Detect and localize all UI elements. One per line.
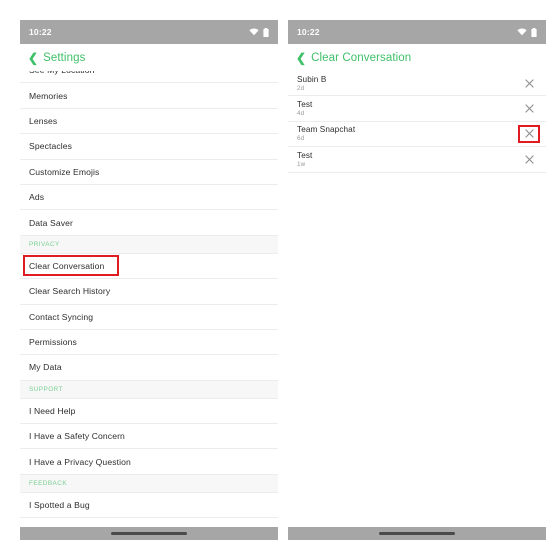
clear-conversation-nav-header: ❮ Clear Conversation [288, 44, 546, 71]
conversation-row[interactable]: Subin B 2d [288, 71, 546, 97]
settings-section-header: PRIVACY [20, 235, 278, 254]
settings-list-scroll[interactable]: See My Location Memories Lenses Spectacles C… [20, 71, 278, 527]
settings-row-lenses[interactable]: Lenses [20, 108, 278, 135]
conversation-timestamp: 1w [297, 160, 306, 168]
settings-row-permissions[interactable]: Permissions [20, 329, 278, 356]
close-x-icon[interactable] [518, 124, 540, 143]
settings-row-label: My Data [29, 362, 62, 373]
settings-row-contact-syncing[interactable]: Contact Syncing [20, 304, 278, 330]
settings-row-label: Clear Conversation [29, 260, 105, 271]
home-pill[interactable] [111, 532, 187, 535]
status-icon-group [249, 27, 269, 37]
settings-row-label: Data Saver [29, 217, 73, 228]
conversation-row[interactable]: Test 1w [288, 147, 546, 173]
close-x-icon[interactable] [521, 101, 537, 117]
conversation-text-group: Test 1w [297, 151, 312, 168]
settings-row-label: I Have a Privacy Question [29, 456, 131, 467]
conversation-name: Test [297, 150, 313, 160]
settings-row-label: Clear Search History [29, 286, 111, 297]
status-bar-right: 10:22 [288, 20, 546, 44]
conversation-name: Test [297, 100, 313, 110]
status-bar-left: 10:22 [20, 20, 278, 44]
home-indicator-bar-left [20, 527, 278, 540]
battery-icon [531, 27, 537, 37]
conversation-row[interactable]: Team Snapchat 6d [288, 121, 546, 148]
settings-list: See My Location Memories Lenses Spectacles C… [20, 71, 278, 519]
settings-row-label: Customize Emojis [29, 166, 100, 177]
settings-section-header: SUPPORT [20, 380, 278, 399]
settings-row-label: Lenses [29, 115, 58, 126]
conversation-timestamp: 2d [297, 84, 305, 92]
status-icon-group [517, 27, 537, 37]
settings-row-label: I Spotted a Bug [29, 500, 90, 511]
page-title: Settings [43, 51, 86, 64]
settings-row-i-need-help[interactable]: I Need Help [20, 398, 278, 425]
conversation-row[interactable]: Test 4d [288, 96, 546, 122]
settings-row-data-saver[interactable]: Data Saver [20, 210, 278, 236]
settings-section-header: FEEDBACK [20, 474, 278, 493]
conversation-text-group: Team Snapchat 6d [297, 125, 355, 142]
conversation-timestamp: 6d [297, 135, 305, 143]
settings-row-customize-emojis[interactable]: Customize Emojis [20, 159, 278, 185]
conversation-list-scroll[interactable]: Subin B 2d Test 4d Team Snapchat 6d Test 1w [288, 71, 546, 527]
conversation-name: Team Snapchat [297, 125, 356, 135]
status-time: 10:22 [297, 27, 320, 37]
phone-panel-settings: 10:22 ❮ Settings See My Loc [20, 20, 278, 540]
settings-row-my-data[interactable]: My Data [20, 355, 278, 381]
section-header-label: PRIVACY [29, 240, 60, 248]
settings-row-i-have-a-safety-concern[interactable]: I Have a Safety Concern [20, 424, 278, 450]
close-x-icon[interactable] [521, 75, 537, 91]
settings-nav-header: ❮ Settings [20, 44, 278, 71]
settings-row-i-spotted-a-bug[interactable]: I Spotted a Bug [20, 492, 278, 519]
settings-row-label: I Need Help [29, 405, 76, 416]
settings-row-label: See My Location [29, 71, 95, 75]
section-header-label: SUPPORT [29, 385, 63, 393]
page-title: Clear Conversation [311, 51, 412, 64]
conversation-text-group: Test 4d [297, 100, 312, 117]
conversation-text-group: Subin B 2d [297, 75, 326, 92]
settings-row-label: I Have a Safety Concern [29, 431, 125, 442]
wifi-icon [249, 28, 259, 36]
settings-row-label: Memories [29, 90, 68, 101]
section-header-label: FEEDBACK [29, 479, 68, 487]
close-x-icon[interactable] [521, 151, 537, 167]
wifi-icon [517, 28, 527, 36]
conversation-list: Subin B 2d Test 4d Team Snapchat 6d Test 1w [288, 71, 546, 173]
settings-row-spectacles[interactable]: Spectacles [20, 134, 278, 160]
settings-row-label: Ads [29, 192, 45, 203]
settings-row-label: Spectacles [29, 141, 73, 152]
chevron-left-icon[interactable]: ❮ [296, 52, 306, 64]
battery-icon [263, 27, 269, 37]
conversation-name: Subin B [297, 74, 327, 84]
settings-row-label: Contact Syncing [29, 311, 94, 322]
home-pill[interactable] [379, 532, 455, 535]
settings-row-see-my-location[interactable]: See My Location [20, 71, 278, 84]
screenshot-stage: 10:22 ❮ Settings See My Loc [0, 0, 560, 560]
settings-row-clear-search-history[interactable]: Clear Search History [20, 279, 278, 305]
chevron-left-icon[interactable]: ❮ [28, 52, 38, 64]
settings-row-memories[interactable]: Memories [20, 83, 278, 109]
settings-row-i-have-a-privacy-question[interactable]: I Have a Privacy Question [20, 449, 278, 475]
status-time: 10:22 [29, 27, 52, 37]
home-indicator-bar-right [288, 527, 546, 540]
settings-row-clear-conversation[interactable]: Clear Conversation [20, 253, 278, 280]
phone-panel-clear-conversation: 10:22 ❮ Clear Conversation Subin B 2d Te… [288, 20, 546, 540]
settings-row-label: Permissions [29, 337, 77, 348]
settings-row-ads[interactable]: Ads [20, 184, 278, 211]
conversation-timestamp: 4d [297, 110, 305, 118]
